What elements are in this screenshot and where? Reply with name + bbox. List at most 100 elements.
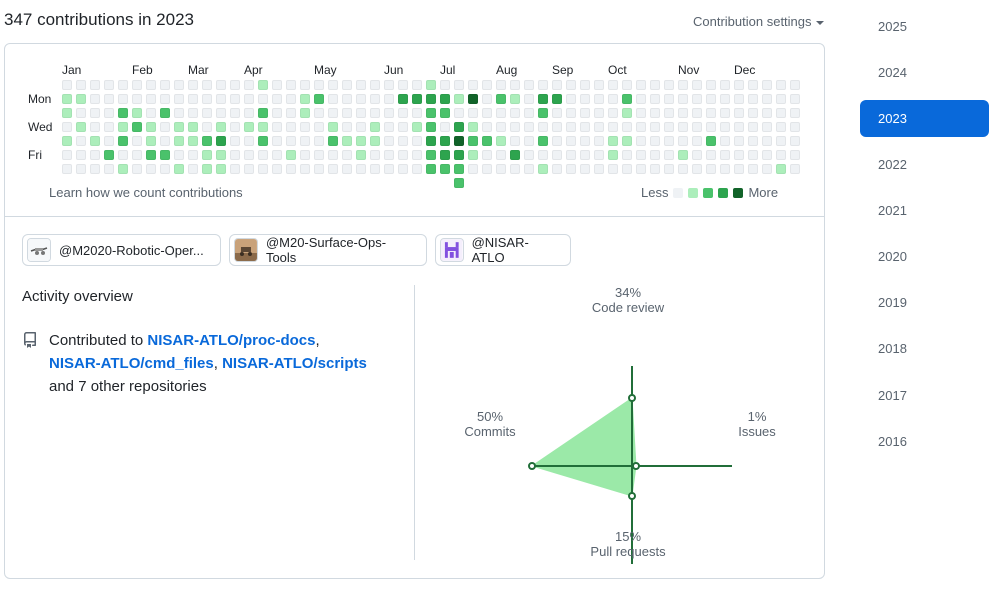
contribution-day-cell[interactable] [566,80,576,90]
contribution-day-cell[interactable] [650,150,660,160]
contribution-day-cell[interactable] [468,80,478,90]
contribution-day-cell[interactable] [524,150,534,160]
contribution-day-cell[interactable] [286,136,296,146]
contribution-day-cell[interactable] [496,94,506,104]
contribution-day-cell[interactable] [748,150,758,160]
contribution-day-cell[interactable] [286,80,296,90]
contribution-day-cell[interactable] [608,122,618,132]
contribution-day-cell[interactable] [188,164,198,174]
contribution-day-cell[interactable] [188,94,198,104]
contribution-day-cell[interactable] [468,150,478,160]
contribution-day-cell[interactable] [90,136,100,146]
contribution-day-cell[interactable] [622,80,632,90]
contribution-day-cell[interactable] [636,94,646,104]
contribution-day-cell[interactable] [174,164,184,174]
contribution-day-cell[interactable] [678,94,688,104]
contribution-day-cell[interactable] [468,108,478,118]
contribution-day-cell[interactable] [538,94,548,104]
contribution-day-cell[interactable] [314,94,324,104]
contribution-day-cell[interactable] [468,94,478,104]
contribution-day-cell[interactable] [720,80,730,90]
contribution-day-cell[interactable] [538,80,548,90]
contribution-day-cell[interactable] [104,122,114,132]
contribution-day-cell[interactable] [636,150,646,160]
contribution-day-cell[interactable] [426,164,436,174]
contribution-day-cell[interactable] [244,150,254,160]
contribution-day-cell[interactable] [734,108,744,118]
contribution-day-cell[interactable] [734,122,744,132]
contribution-day-cell[interactable] [202,150,212,160]
contribution-day-cell[interactable] [398,136,408,146]
contribution-day-cell[interactable] [412,150,422,160]
contribution-day-cell[interactable] [76,136,86,146]
contribution-day-cell[interactable] [664,136,674,146]
contribution-day-cell[interactable] [580,94,590,104]
contribution-day-cell[interactable] [580,164,590,174]
contribution-day-cell[interactable] [160,94,170,104]
contribution-day-cell[interactable] [608,108,618,118]
contribution-day-cell[interactable] [538,136,548,146]
contribution-day-cell[interactable] [664,164,674,174]
contribution-day-cell[interactable] [468,122,478,132]
contribution-day-cell[interactable] [384,94,394,104]
org-filter-nisar-atlo[interactable]: @NISAR-ATLO [435,234,571,266]
contribution-day-cell[interactable] [454,94,464,104]
contribution-day-cell[interactable] [118,122,128,132]
contribution-day-cell[interactable] [776,122,786,132]
contribution-day-cell[interactable] [132,150,142,160]
contribution-day-cell[interactable] [566,122,576,132]
contribution-day-cell[interactable] [272,150,282,160]
contribution-day-cell[interactable] [510,164,520,174]
contribution-day-cell[interactable] [748,164,758,174]
contribution-day-cell[interactable] [496,136,506,146]
contribution-day-cell[interactable] [328,150,338,160]
contribution-day-cell[interactable] [146,122,156,132]
contribution-day-cell[interactable] [454,150,464,160]
contribution-day-cell[interactable] [552,108,562,118]
contribution-day-cell[interactable] [398,108,408,118]
year-link-2022[interactable]: 2022 [860,146,989,183]
contribution-day-cell[interactable] [762,150,772,160]
contribution-day-cell[interactable] [76,80,86,90]
contribution-day-cell[interactable] [132,94,142,104]
contribution-day-cell[interactable] [552,122,562,132]
contribution-day-cell[interactable] [202,136,212,146]
contribution-day-cell[interactable] [664,80,674,90]
contribution-day-cell[interactable] [734,80,744,90]
contribution-day-cell[interactable] [62,136,72,146]
contribution-day-cell[interactable] [258,122,268,132]
contribution-day-cell[interactable] [272,164,282,174]
contribution-day-cell[interactable] [790,80,800,90]
contribution-day-cell[interactable] [496,150,506,160]
contribution-day-cell[interactable] [678,108,688,118]
contribution-day-cell[interactable] [636,136,646,146]
contribution-day-cell[interactable] [342,136,352,146]
contribution-day-cell[interactable] [580,122,590,132]
contribution-day-cell[interactable] [482,108,492,118]
contribution-day-cell[interactable] [622,122,632,132]
contribution-day-cell[interactable] [258,164,268,174]
contribution-day-cell[interactable] [524,164,534,174]
year-link-2018[interactable]: 2018 [860,330,989,367]
contribution-day-cell[interactable] [482,80,492,90]
year-link-2017[interactable]: 2017 [860,377,989,414]
contribution-day-cell[interactable] [174,80,184,90]
contribution-day-cell[interactable] [412,136,422,146]
year-link-2016[interactable]: 2016 [860,423,989,460]
contribution-day-cell[interactable] [608,136,618,146]
contribution-day-cell[interactable] [524,136,534,146]
contribution-day-cell[interactable] [510,122,520,132]
contribution-day-cell[interactable] [356,108,366,118]
contribution-day-cell[interactable] [720,122,730,132]
contribution-day-cell[interactable] [636,108,646,118]
contribution-day-cell[interactable] [230,108,240,118]
contribution-day-cell[interactable] [566,94,576,104]
contribution-day-cell[interactable] [482,94,492,104]
contribution-day-cell[interactable] [426,108,436,118]
contribution-day-cell[interactable] [664,122,674,132]
contribution-day-cell[interactable] [258,80,268,90]
learn-contributions-link[interactable]: Learn how we count contributions [49,185,243,200]
contribution-day-cell[interactable] [384,136,394,146]
contribution-day-cell[interactable] [104,108,114,118]
contribution-day-cell[interactable] [370,80,380,90]
